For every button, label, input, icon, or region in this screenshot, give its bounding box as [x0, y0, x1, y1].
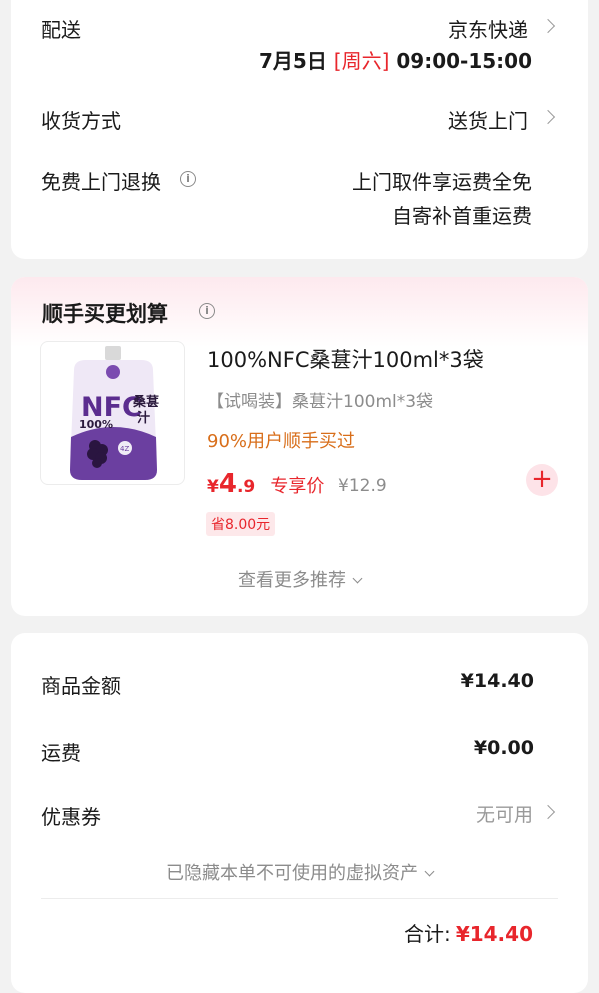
pouch-percent: 100%: [79, 418, 113, 431]
order-total: 合计: ¥14.40: [404, 918, 533, 947]
chevron-down-icon: [424, 866, 435, 877]
goods-amount-label: 商品金额: [41, 674, 121, 698]
save-badge: 省8.00元: [206, 512, 276, 536]
free-return-line1: 上门取件享运费全免: [352, 170, 532, 194]
coupon-value: 无可用: [475, 804, 533, 826]
total-value: ¥14.40: [455, 922, 533, 946]
coupon-label: 优惠券: [41, 805, 101, 829]
pouch-badge: 4Z: [120, 445, 129, 453]
shipping-fee-value: ¥0.00: [473, 737, 534, 759]
more-recommendations-link[interactable]: 查看更多推荐: [11, 566, 588, 592]
total-label: 合计:: [403, 922, 451, 946]
juice-pouch-image: NFC 桑葚 汁 100% 4Z: [70, 346, 159, 480]
original-price: ¥12.9: [338, 476, 387, 496]
divider: [41, 898, 558, 899]
chevron-right-icon: [540, 109, 556, 125]
plus-icon: +: [531, 464, 553, 494]
delivery-card: 配送 京东快递 7月5日 [周六] 09:00-15:00 收货方式 送货上门 …: [11, 0, 588, 259]
product-name[interactable]: 100%NFC桑葚汁100ml*3袋: [207, 344, 484, 374]
goods-amount-value: ¥14.40: [460, 670, 534, 692]
free-return-line2: 自寄补首重运费: [392, 204, 532, 228]
shipping-fee-label: 运费: [41, 741, 81, 765]
product-price: ¥4.9 专享价: [207, 469, 324, 499]
delivery-courier: 京东快递: [448, 18, 528, 42]
price-symbol: ¥: [207, 477, 219, 497]
price-decimal: .9: [236, 477, 256, 497]
product-subtitle: 【试喝装】桑葚汁100ml*3袋: [207, 392, 434, 412]
receive-method-label: 收货方式: [41, 109, 121, 133]
pouch-name-2: 汁: [137, 410, 150, 426]
add-to-order-button[interactable]: +: [526, 464, 558, 496]
order-summary-card: 商品金额 ¥14.40 运费 ¥0.00 优惠券 无可用 已隐藏本单不可使用的虚…: [11, 633, 588, 993]
hidden-assets-toggle[interactable]: 已隐藏本单不可使用的虚拟资产: [11, 859, 588, 885]
product-popularity-hint: 90%用户顺手买过: [207, 431, 356, 452]
chevron-down-icon: [352, 573, 363, 584]
receive-method-value: 送货上门: [448, 109, 528, 133]
info-icon[interactable]: i: [180, 171, 196, 187]
more-recommendations-label: 查看更多推荐: [238, 570, 346, 591]
price-integer: 4: [218, 469, 237, 499]
chevron-right-icon: [540, 18, 556, 34]
addon-card: 顺手买更划算 i NFC 桑葚 汁 100% 4Z 100%NFC桑葚汁100m…: [11, 277, 588, 616]
hidden-assets-label: 已隐藏本单不可使用的虚拟资产: [166, 863, 418, 884]
product-thumbnail[interactable]: NFC 桑葚 汁 100% 4Z: [40, 341, 185, 485]
delivery-time[interactable]: 7月5日 [周六] 09:00-15:00: [259, 45, 532, 74]
chevron-right-icon: [540, 804, 556, 820]
delivery-time-range: 09:00-15:00: [396, 49, 532, 73]
free-return-label: 免费上门退换: [41, 170, 161, 194]
addon-title: 顺手买更划算: [42, 302, 168, 326]
pouch-name-1: 桑葚: [132, 394, 159, 410]
info-icon[interactable]: i: [199, 303, 215, 319]
exclusive-price-tag: 专享价: [270, 476, 325, 497]
delivery-date: 7月5日: [258, 49, 327, 73]
delivery-weekday: [周六]: [333, 49, 390, 73]
delivery-label: 配送: [41, 18, 81, 42]
